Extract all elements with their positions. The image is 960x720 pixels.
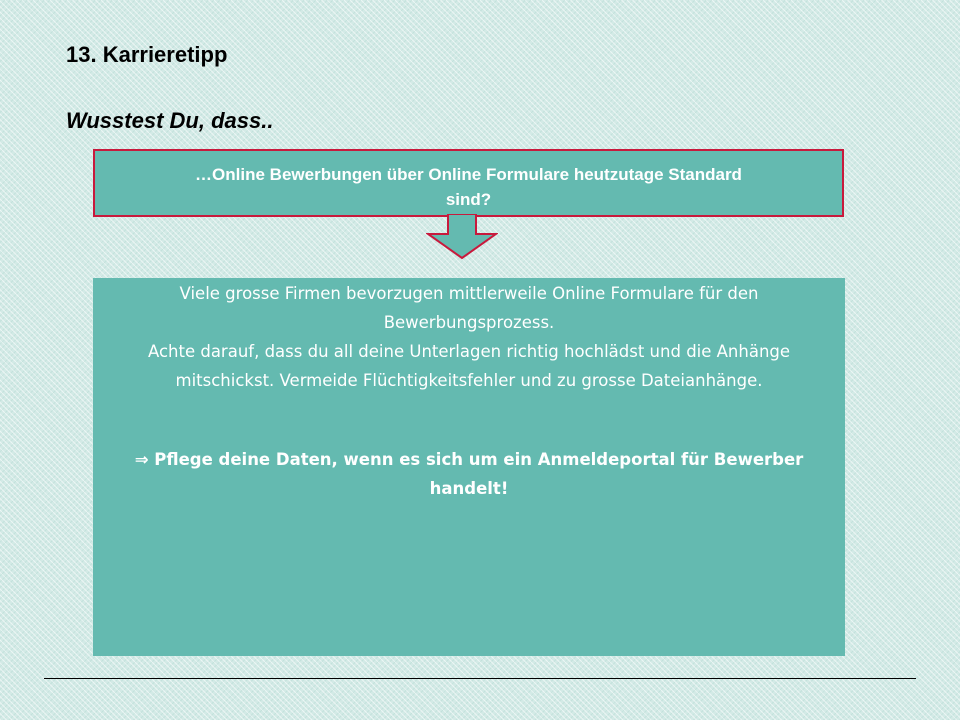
answer-line-4: mitschickst. Vermeide Flüchtigkeitsfehle… xyxy=(175,371,763,390)
answer-line-2: Bewerbungsprozess. xyxy=(383,313,555,332)
answer-line-3: Achte darauf, dass du all deine Unterlag… xyxy=(147,342,791,361)
question-box: …Online Bewerbungen über Online Formular… xyxy=(93,149,844,217)
question-line-2: sind? xyxy=(445,190,492,209)
slide-title: 13. Karrieretipp xyxy=(66,42,228,67)
slide: { "slide": { "title": "13. Karrieretipp"… xyxy=(0,0,960,720)
footer-divider xyxy=(44,678,916,679)
answer-line-1: Viele grosse Firmen bevorzugen mittlerwe… xyxy=(179,284,759,303)
down-arrow-icon xyxy=(426,214,498,260)
slide-subtitle: Wusstest Du, dass.. xyxy=(66,108,274,133)
answer-tip: ⇒ Pflege deine Daten, wenn es sich um ei… xyxy=(134,450,804,498)
question-line-1: …Online Bewerbungen über Online Formular… xyxy=(195,165,742,184)
answer-box: Viele grosse Firmen bevorzugen mittlerwe… xyxy=(93,278,845,656)
